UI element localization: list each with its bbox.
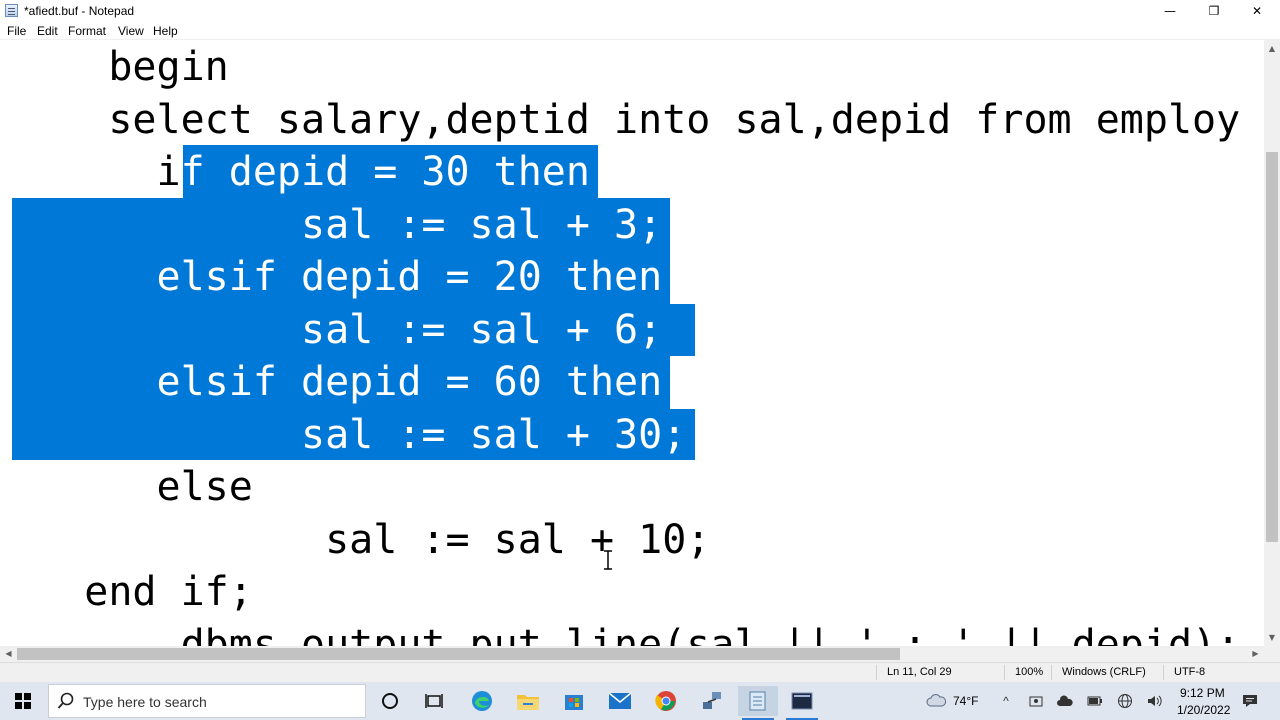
volume-icon[interactable]: [1146, 693, 1162, 709]
scroll-down-icon[interactable]: ▼: [1264, 629, 1280, 646]
code-line: dbms_output.put_line(sal || ' : ' || dep…: [12, 622, 1241, 646]
line-ending: Windows (CRLF): [1062, 666, 1146, 678]
encoding: UTF-8: [1174, 666, 1206, 678]
taskbar: Type here to search 74°F ^ 9:12 PM 1/20/…: [0, 682, 1280, 720]
code-line-selected: sal := sal + 6;: [12, 307, 663, 353]
horizontal-scrollbar[interactable]: ◀ ▶: [0, 646, 1264, 662]
status-divider: [1163, 665, 1164, 680]
battery-icon[interactable]: [1087, 693, 1103, 709]
title-bar: *afiedt.buf - Notepad — ❐ ✕: [0, 0, 1280, 21]
code-line-selected: sal := sal + 3;: [12, 202, 663, 248]
chevron-up-icon[interactable]: ^: [998, 693, 1014, 709]
scroll-right-icon[interactable]: ▶: [1247, 646, 1264, 662]
onedrive-icon[interactable]: [1057, 693, 1073, 709]
status-divider: [876, 665, 877, 680]
menu-file[interactable]: File: [7, 24, 26, 38]
status-divider: [1051, 665, 1052, 680]
code-line-selected: elsif depid = 60 then: [12, 359, 663, 405]
scroll-up-icon[interactable]: ▲: [1264, 40, 1280, 57]
system-tray: 74°F ^ 9:12 PM 1/20/2022: [0, 682, 1280, 720]
restore-icon: ❐: [1208, 3, 1220, 18]
network-icon[interactable]: [1117, 693, 1133, 709]
minimize-icon: —: [1164, 3, 1176, 18]
code-line-selected: sal := sal + 30;: [12, 412, 687, 458]
code-line: select salary,deptid into sal,depid from…: [12, 97, 1241, 143]
code-line-selected: elsif depid = 20 then: [12, 254, 663, 300]
status-bar: Ln 11, Col 29 100% Windows (CRLF) UTF-8: [0, 662, 1280, 682]
close-icon: ✕: [1251, 3, 1263, 18]
weather-icon[interactable]: [926, 692, 946, 708]
clock-time[interactable]: 9:12 PM: [1180, 686, 1225, 700]
menu-edit[interactable]: Edit: [37, 24, 58, 38]
vertical-scrollbar[interactable]: ▲ ▼: [1264, 40, 1280, 646]
scrollbar-corner: [1264, 646, 1280, 662]
menu-format[interactable]: Format: [68, 24, 106, 38]
code-selected-text: f depid = 30 then: [180, 149, 590, 195]
close-button[interactable]: ✕: [1234, 0, 1280, 21]
window-title: *afiedt.buf - Notepad: [24, 4, 135, 18]
vertical-scroll-thumb[interactable]: [1266, 152, 1278, 542]
scroll-left-icon[interactable]: ◀: [0, 646, 17, 662]
text-editor[interactable]: begin select salary,deptid into sal,depi…: [0, 40, 1264, 646]
status-divider: [1004, 665, 1005, 680]
menu-bar: File Edit Format View Help: [0, 21, 1280, 40]
meet-now-icon[interactable]: [1028, 693, 1044, 709]
code-line-selected: if depid = 30 then: [12, 146, 590, 199]
text-cursor-icon: [604, 550, 612, 570]
notification-icon[interactable]: [1242, 693, 1258, 709]
minimize-button[interactable]: —: [1147, 0, 1193, 21]
notepad-icon: [5, 4, 18, 17]
code-line: end if;: [12, 569, 253, 615]
menu-help[interactable]: Help: [153, 24, 178, 38]
horizontal-scroll-thumb[interactable]: [17, 648, 900, 660]
clock-date[interactable]: 1/20/2022: [1177, 703, 1230, 717]
zoom-level: 100%: [1015, 666, 1044, 678]
code-line: begin: [12, 44, 229, 90]
restore-button[interactable]: ❐: [1191, 0, 1237, 21]
code-line: else: [12, 464, 253, 510]
menu-view[interactable]: View: [118, 24, 144, 38]
weather-temperature[interactable]: 74°F: [953, 694, 978, 708]
cursor-position: Ln 11, Col 29: [887, 666, 952, 678]
code-unselected-text: i: [12, 149, 181, 195]
